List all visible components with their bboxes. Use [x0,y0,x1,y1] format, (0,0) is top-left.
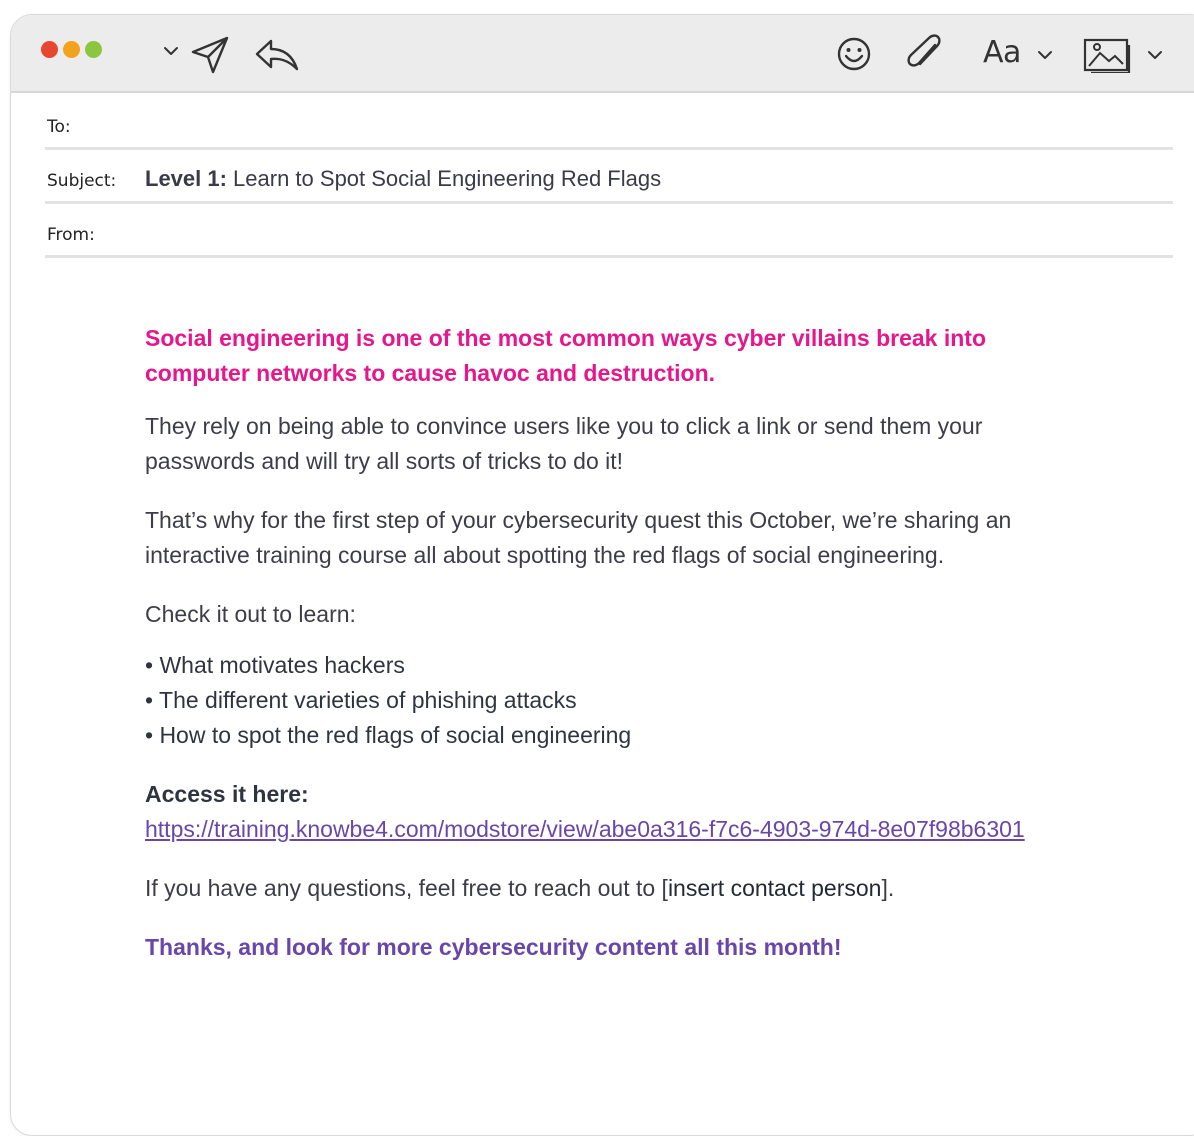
send-icon[interactable] [189,35,231,75]
list-item: • The different varieties of phishing at… [145,687,577,713]
close-window-button[interactable] [41,41,58,58]
from-row[interactable]: From: [45,203,1173,258]
list-item: • What motivates hackers [145,652,405,678]
reply-icon[interactable] [253,37,301,73]
subject-row[interactable]: Subject: Level 1: Learn to Spot Social E… [45,149,1173,204]
subject-level: Level 1: [145,166,227,191]
topic-list: • What motivates hackers • The different… [145,648,1085,753]
format-text-label[interactable]: Aa [983,35,1021,70]
to-row[interactable]: To: [45,95,1173,150]
subject-field[interactable]: Level 1: Learn to Spot Social Engineerin… [145,166,661,192]
lead-paragraph: Social engineering is one of the most co… [145,325,987,386]
subject-title: Learn to Spot Social Engineering Red Fla… [226,166,662,191]
zoom-window-button[interactable] [85,41,102,58]
minimize-window-button[interactable] [63,41,80,58]
subject-label: Subject: [47,171,117,191]
image-icon[interactable] [1083,37,1133,73]
contact-suffix: ]. [881,875,895,901]
training-link[interactable]: https://training.knowbe4.com/modstore/vi… [145,812,1085,847]
chevron-down-icon[interactable] [1147,49,1163,61]
contact-person: insert contact person [667,875,882,901]
chevron-down-icon[interactable] [163,45,179,57]
email-body[interactable]: Social engineering is one of the most co… [145,321,1085,965]
chevron-down-icon[interactable] [1037,49,1053,61]
body-paragraph: That’s why for the first step of your cy… [145,507,1012,568]
to-label: To: [47,117,71,137]
access-label: Access it here: [145,781,309,807]
from-label: From: [47,225,95,245]
body-paragraph: They rely on being able to convince user… [145,413,983,474]
attachment-icon[interactable] [905,33,945,75]
toolbar: Aa [11,15,1194,93]
body-paragraph: Check it out to learn: [145,601,356,627]
closing-line: Thanks, and look for more cybersecurity … [145,934,842,960]
contact-prefix: If you have any questions, feel free to … [145,875,668,901]
contact-paragraph: If you have any questions, feel free to … [145,871,1085,906]
email-compose-window: Aa To: Subject: Level 1: Learn to Spot S… [10,14,1194,1136]
emoji-icon[interactable] [835,35,873,73]
list-item: • How to spot the red flags of social en… [145,722,632,748]
